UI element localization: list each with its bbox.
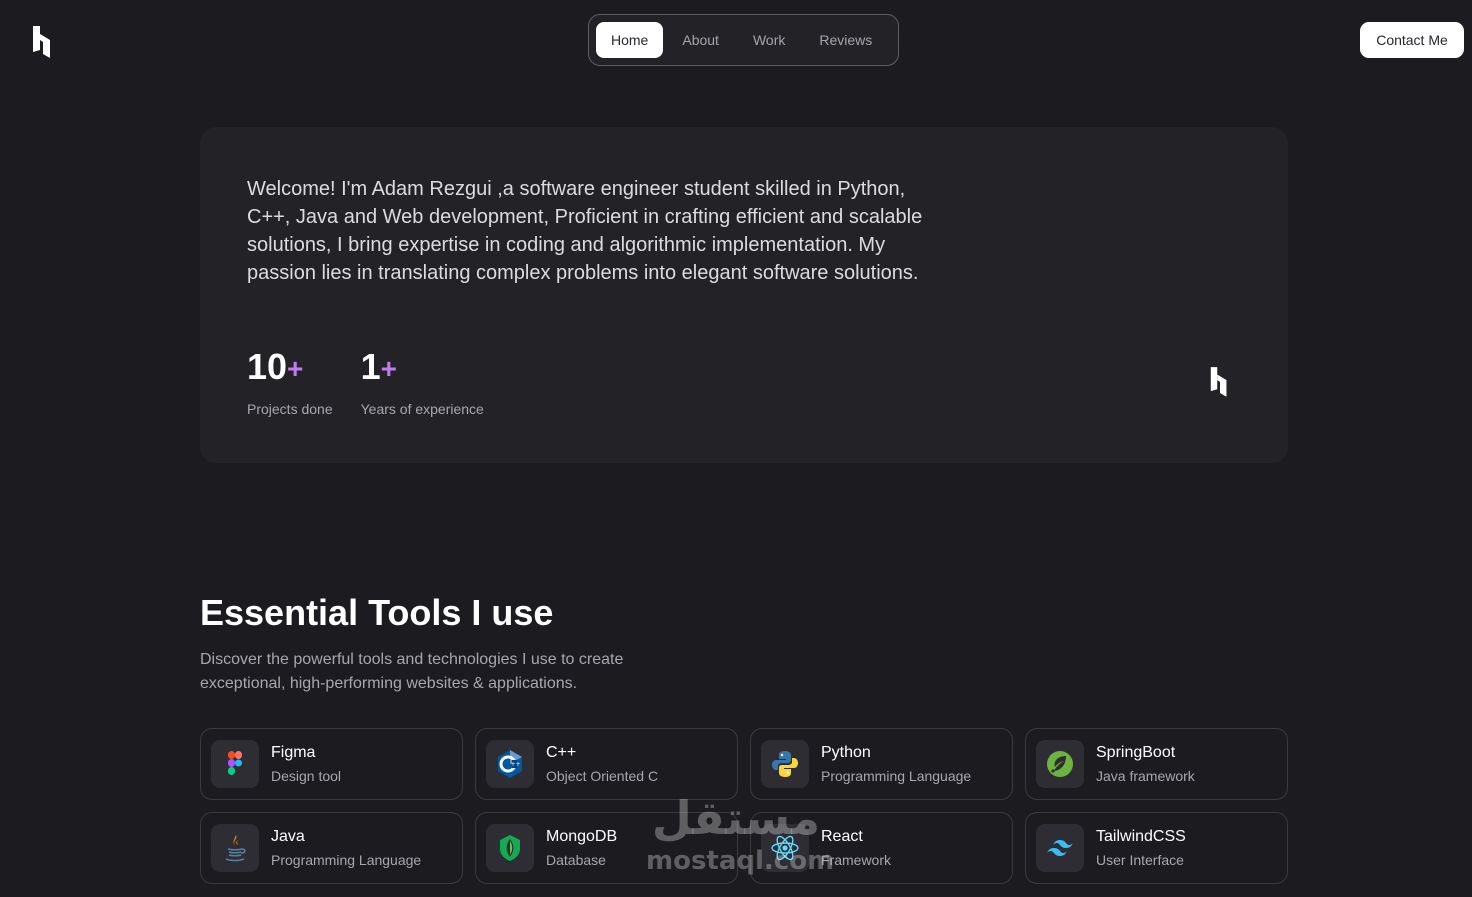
tool-subtitle: Database: [546, 852, 606, 868]
brand-logo-icon[interactable]: [30, 22, 56, 60]
tool-name: React: [821, 828, 863, 845]
tool-name: TailwindCSS: [1096, 828, 1186, 845]
tools-description: Discover the powerful tools and technolo…: [200, 651, 624, 692]
nav-home[interactable]: Home: [596, 22, 664, 58]
cpp-icon: ++: [486, 740, 534, 788]
portfolio-page: Home About Work Reviews Contact Me Welco…: [0, 0, 1472, 897]
tool-subtitle: Framework: [821, 852, 892, 868]
tool-name: SpringBoot: [1096, 744, 1176, 761]
main-nav: Home About Work Reviews: [588, 14, 899, 66]
nav-about[interactable]: About: [667, 22, 734, 58]
hero-intro-text: Welcome! I'm Adam Rezgui ,a software eng…: [247, 178, 923, 284]
hero-card: Welcome! I'm Adam Rezgui ,a software eng…: [200, 127, 1288, 463]
tailwind-icon: [1036, 824, 1084, 872]
stat-experience-label: Years of experience: [360, 401, 484, 417]
tool-card-tailwindcss[interactable]: TailwindCSS User Interface: [1025, 812, 1288, 884]
stat-experience-plus: +: [380, 353, 397, 384]
tool-card-figma[interactable]: Figma Design tool: [200, 728, 463, 800]
java-icon: [211, 824, 259, 872]
react-icon: [761, 824, 809, 872]
tools-grid: Figma Design tool ++ C++ Object Oriented…: [200, 728, 1288, 884]
stat-experience: 1+ Years of experience: [361, 345, 484, 417]
nav-reviews[interactable]: Reviews: [804, 22, 887, 58]
tool-card-mongodb[interactable]: MongoDB Database: [475, 812, 738, 884]
tool-card-java[interactable]: Java Programming Language: [200, 812, 463, 884]
tool-subtitle: User Interface: [1096, 852, 1184, 868]
tool-name: Java: [271, 828, 305, 845]
tool-card-python[interactable]: Python Programming Language: [750, 728, 1013, 800]
stat-projects-plus: +: [287, 353, 304, 384]
stat-experience-value: 1: [360, 346, 381, 387]
stat-projects-value: 10: [247, 346, 288, 387]
springboot-icon: [1036, 740, 1084, 788]
tool-name: MongoDB: [546, 828, 618, 845]
tool-subtitle: Java framework: [1096, 768, 1195, 784]
tool-card-react[interactable]: React Framework: [750, 812, 1013, 884]
mongodb-icon: [486, 824, 534, 872]
hero-logo-icon: [1208, 363, 1232, 399]
tool-subtitle: Object Oriented C: [546, 768, 659, 784]
tool-subtitle: Programming Language: [821, 768, 972, 784]
tool-subtitle: Design tool: [271, 768, 342, 784]
tool-card-cpp[interactable]: ++ C++ Object Oriented C: [475, 728, 738, 800]
tool-name: C++: [546, 744, 577, 761]
tool-card-springboot[interactable]: SpringBoot Java framework: [1025, 728, 1288, 800]
python-icon: [761, 740, 809, 788]
contact-me-button[interactable]: Contact Me: [1360, 22, 1464, 58]
tools-heading: Essential Tools I use: [200, 592, 554, 633]
tool-name: Python: [821, 744, 871, 761]
stats-row: 10+ Projects done 1+ Years of experience: [247, 345, 484, 417]
figma-icon: [211, 740, 259, 788]
nav-work[interactable]: Work: [738, 22, 800, 58]
stat-projects: 10+ Projects done: [247, 345, 333, 417]
tool-name: Figma: [271, 744, 316, 761]
svg-text:++: ++: [510, 761, 520, 768]
stat-projects-label: Projects done: [247, 401, 333, 417]
tool-subtitle: Programming Language: [271, 852, 422, 868]
